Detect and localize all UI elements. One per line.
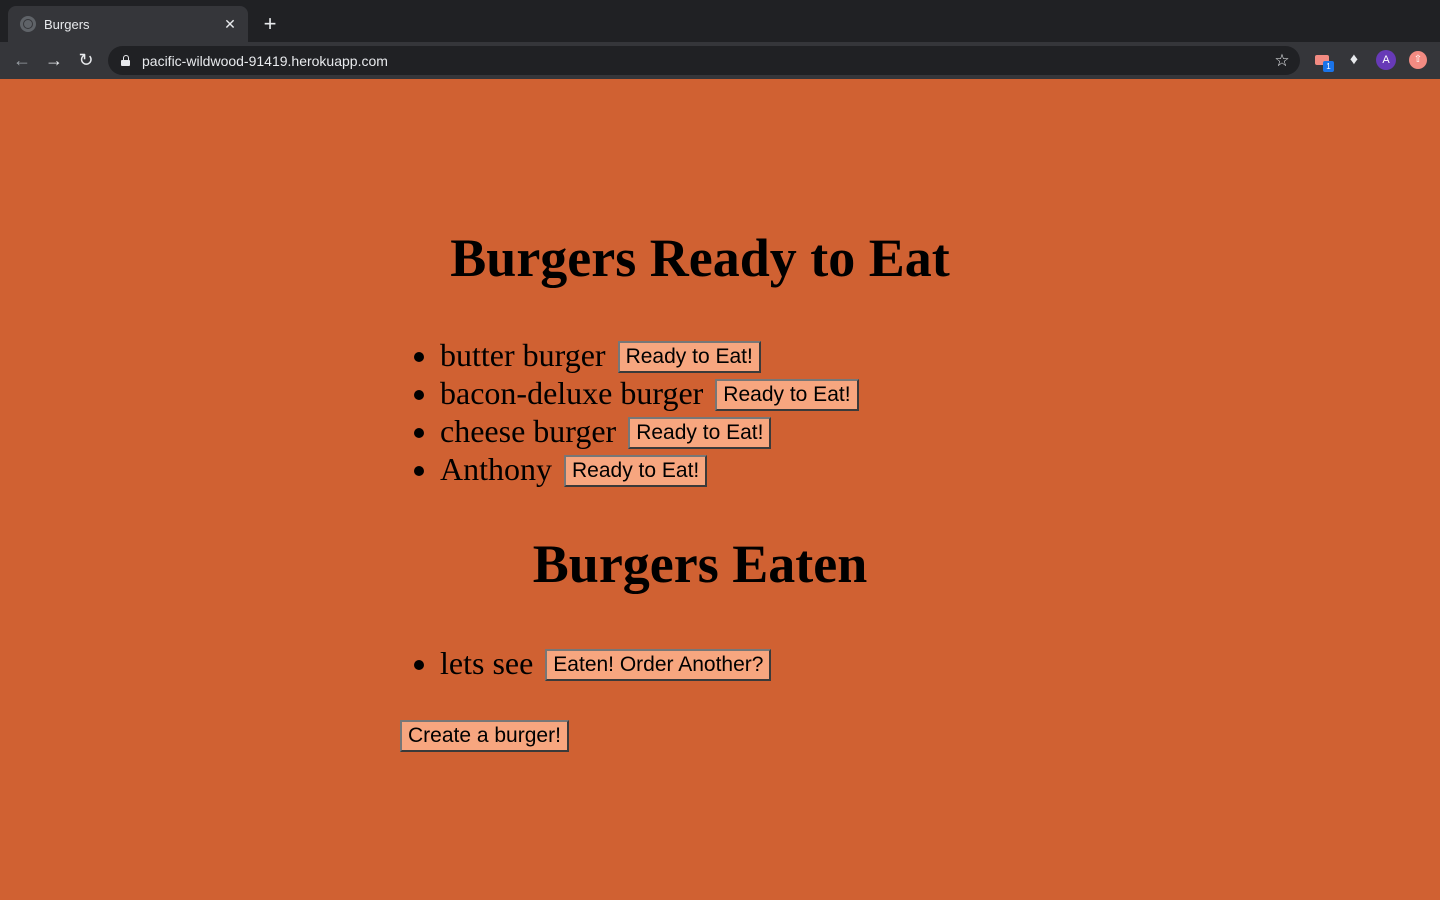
burger-name: lets see — [440, 645, 534, 681]
reload-icon[interactable]: ↻ — [74, 48, 98, 72]
extension-icon[interactable]: 1 — [1312, 50, 1334, 72]
globe-icon — [20, 16, 36, 32]
list-item: butter burger Ready to Eat! — [440, 336, 859, 374]
eaten-heading: Burgers Eaten — [532, 534, 868, 594]
profile-avatar[interactable]: A — [1376, 50, 1396, 70]
forward-arrow-icon[interactable]: → — [42, 48, 66, 72]
eaten-burger-list: lets see Eaten! Order Another? — [400, 644, 772, 682]
update-icon[interactable]: ⇧ — [1408, 50, 1428, 70]
ready-to-eat-button[interactable]: Ready to Eat! — [617, 340, 761, 373]
browser-tab[interactable]: Burgers ✕ — [8, 6, 248, 42]
bookmark-star-icon[interactable]: ☆ — [1272, 51, 1292, 71]
list-item: lets see Eaten! Order Another? — [440, 644, 772, 682]
tab-title: Burgers — [44, 16, 90, 32]
ready-to-eat-button[interactable]: Ready to Eat! — [628, 416, 772, 449]
list-item: Anthony Ready to Eat! — [440, 450, 859, 488]
ready-to-eat-button[interactable]: Ready to Eat! — [715, 378, 859, 411]
avatar-letter: A — [1376, 50, 1396, 70]
extension-badge: 1 — [1323, 61, 1334, 72]
new-tab-button[interactable]: + — [258, 13, 282, 37]
ready-to-eat-button[interactable]: Ready to Eat! — [564, 454, 708, 487]
tab-strip: Burgers ✕ + — [0, 0, 1440, 42]
burger-name: bacon-deluxe burger — [440, 375, 704, 411]
puzzle-icon[interactable]: ♦ — [1344, 50, 1364, 70]
burger-name: Anthony — [440, 451, 552, 487]
back-arrow-icon[interactable]: ← — [10, 48, 34, 72]
order-another-button[interactable]: Eaten! Order Another? — [545, 648, 772, 681]
create-burger-button[interactable]: Create a burger! — [400, 720, 569, 752]
ready-heading: Burgers Ready to Eat — [450, 228, 950, 288]
list-item: cheese burger Ready to Eat! — [440, 412, 859, 450]
browser-toolbar: ← → ↻ pacific-wildwood-91419.herokuapp.c… — [0, 42, 1440, 79]
burger-name: cheese burger — [440, 413, 617, 449]
lock-icon[interactable] — [121, 55, 130, 66]
address-bar[interactable]: pacific-wildwood-91419.herokuapp.com ☆ — [108, 46, 1300, 75]
burger-name: butter burger — [440, 337, 606, 373]
page-content: Burgers Ready to Eat butter burger Ready… — [0, 79, 1440, 900]
ready-burger-list: butter burger Ready to Eat! bacon-deluxe… — [400, 336, 859, 488]
url-text[interactable]: pacific-wildwood-91419.herokuapp.com — [142, 53, 1272, 69]
close-tab-icon[interactable]: ✕ — [220, 14, 240, 34]
list-item: bacon-deluxe burger Ready to Eat! — [440, 374, 859, 412]
